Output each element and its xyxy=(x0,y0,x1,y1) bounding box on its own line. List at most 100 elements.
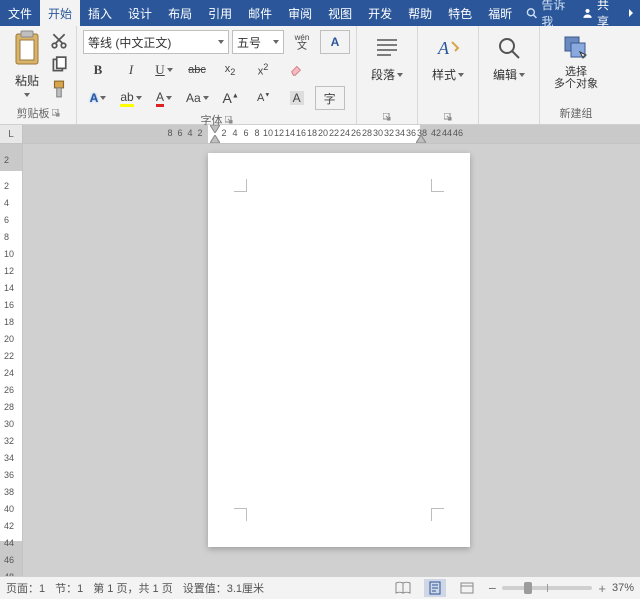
tell-me-search[interactable]: 告诉我 xyxy=(520,0,576,26)
clipboard-icon xyxy=(10,30,44,68)
ruler-tick: 30 xyxy=(4,419,14,431)
italic-button[interactable]: I xyxy=(116,58,146,82)
status-pages[interactable]: 第 1 页，共 1 页 xyxy=(93,580,172,596)
group-font: 等线 (中文正文) 五号 wén 文 A B I U abc x2 xyxy=(77,26,357,124)
print-layout-button[interactable] xyxy=(424,579,446,597)
ruler-tick: 18 xyxy=(4,317,14,329)
ruler-tick: 20 xyxy=(4,334,14,346)
first-line-indent-marker[interactable] xyxy=(210,125,220,133)
group-new: 选择 多个对象 新建组 xyxy=(540,26,612,124)
select-multiple-button[interactable]: 选择 多个对象 xyxy=(546,30,606,94)
select-objects-icon xyxy=(562,34,590,62)
hanging-indent-marker[interactable] xyxy=(210,135,220,143)
dialog-launcher-icon[interactable] xyxy=(225,116,233,124)
font-color-button[interactable]: A xyxy=(149,86,179,110)
copy-button[interactable] xyxy=(50,56,68,74)
zoom-slider-thumb[interactable] xyxy=(524,582,532,594)
status-setting[interactable]: 设置值：3.1厘米 xyxy=(183,580,264,596)
ruler-corner[interactable]: L xyxy=(0,125,23,144)
cut-button[interactable] xyxy=(50,32,68,50)
paragraph-button[interactable]: 段落 xyxy=(363,30,411,87)
tab-developer[interactable]: 开发 xyxy=(360,0,400,26)
tab-foxit[interactable]: 福昕 xyxy=(480,0,520,26)
status-section[interactable]: 节：1 xyxy=(55,580,83,596)
read-mode-button[interactable] xyxy=(392,579,414,597)
format-painter-button[interactable] xyxy=(50,80,68,98)
chevron-down-icon xyxy=(273,40,279,44)
strikethrough-button[interactable]: abc xyxy=(182,58,212,82)
page[interactable] xyxy=(208,153,470,547)
chevron-down-icon xyxy=(136,96,142,100)
tab-special[interactable]: 特色 xyxy=(440,0,480,26)
text-effects-button[interactable]: A xyxy=(83,86,113,110)
share-button[interactable]: 共享 xyxy=(576,0,622,26)
subscript-button[interactable]: x2 xyxy=(215,58,245,82)
group-clipboard: 粘贴 剪贴板 xyxy=(0,26,77,124)
tab-file[interactable]: 文件 xyxy=(0,0,40,26)
shrink-font-button[interactable]: A▼ xyxy=(249,86,279,110)
page-icon xyxy=(428,581,442,595)
tab-home[interactable]: 开始 xyxy=(40,0,80,26)
phonetic-guide-button[interactable]: wén 文 xyxy=(287,30,317,54)
vertical-ruler[interactable]: 2 2 4 6 8 10 12 14 16 18 20 22 24 26 28 … xyxy=(0,143,23,576)
ribbon-collapse-button[interactable] xyxy=(622,0,640,26)
select-line2: 多个对象 xyxy=(554,78,598,90)
chevron-down-icon xyxy=(100,96,106,100)
eraser-icon xyxy=(289,63,303,77)
paste-label: 粘贴 xyxy=(15,72,39,89)
styles-button[interactable]: A 样式 xyxy=(424,30,472,87)
zoom-in-button[interactable]: + xyxy=(598,581,606,596)
paragraph-icon xyxy=(373,34,401,62)
tab-mailings[interactable]: 邮件 xyxy=(240,0,280,26)
tab-design[interactable]: 设计 xyxy=(120,0,160,26)
menubar: 文件 开始 插入 设计 布局 引用 邮件 审阅 视图 开发 帮助 特色 福昕 告… xyxy=(0,0,640,26)
ruler-tick: 42 xyxy=(4,521,14,533)
highlight-button[interactable]: ab xyxy=(116,86,146,110)
dialog-launcher-icon[interactable] xyxy=(444,113,452,121)
tab-insert[interactable]: 插入 xyxy=(80,0,120,26)
font-size-combo[interactable]: 五号 xyxy=(232,30,284,54)
underline-button[interactable]: U xyxy=(149,58,179,82)
clear-formatting-button[interactable] xyxy=(281,58,311,82)
tab-layout[interactable]: 布局 xyxy=(160,0,200,26)
web-layout-button[interactable] xyxy=(456,579,478,597)
editing-button[interactable]: 编辑 xyxy=(485,30,533,87)
tab-review[interactable]: 审阅 xyxy=(280,0,320,26)
ruler-tick: 12 xyxy=(4,266,14,278)
superscript-button[interactable]: x2 xyxy=(248,58,278,82)
tab-help[interactable]: 帮助 xyxy=(400,0,440,26)
bold-button[interactable]: B xyxy=(83,58,113,82)
chevron-down-icon xyxy=(397,73,403,77)
dialog-launcher-icon[interactable] xyxy=(52,109,60,117)
group-label-paragraph xyxy=(383,111,391,124)
chevron-down-icon xyxy=(458,73,464,77)
font-family-combo[interactable]: 等线 (中文正文) xyxy=(83,30,229,54)
zoom-percent[interactable]: 37% xyxy=(612,582,634,594)
ruler-tick: 34 xyxy=(4,453,14,465)
grow-font-button[interactable]: A▲ xyxy=(216,86,246,110)
paste-button[interactable]: 粘贴 xyxy=(6,30,48,97)
enclose-characters-button[interactable]: 字 xyxy=(315,86,345,110)
zoom-slider[interactable] xyxy=(502,586,592,590)
character-border-button[interactable]: A xyxy=(320,30,350,54)
ruler-tick: 10 xyxy=(4,249,14,261)
status-page[interactable]: 页面：1 xyxy=(6,580,45,596)
chevron-right-icon xyxy=(626,8,636,18)
ruler-tick: 2 xyxy=(194,128,206,138)
ruler-tick: 36 xyxy=(4,470,14,482)
right-indent-marker[interactable] xyxy=(416,135,426,143)
zoom-out-button[interactable]: − xyxy=(488,580,496,596)
document-canvas[interactable] xyxy=(22,143,640,576)
dialog-launcher-icon[interactable] xyxy=(383,113,391,121)
tab-references[interactable]: 引用 xyxy=(200,0,240,26)
horizontal-ruler[interactable]: 8 6 4 2 2 4 6 8 10 12 14 16 18 20 22 24 … xyxy=(22,125,640,144)
change-case-button[interactable]: Aa xyxy=(182,86,213,110)
select-line1: 选择 xyxy=(554,66,598,78)
group-editing: 编辑 xyxy=(479,26,540,124)
paragraph-label: 段落 xyxy=(371,66,395,83)
font-size-value: 五号 xyxy=(237,34,261,51)
find-icon xyxy=(495,34,523,62)
editing-label: 编辑 xyxy=(493,66,517,83)
character-shading-button[interactable]: A xyxy=(282,86,312,110)
tab-view[interactable]: 视图 xyxy=(320,0,360,26)
